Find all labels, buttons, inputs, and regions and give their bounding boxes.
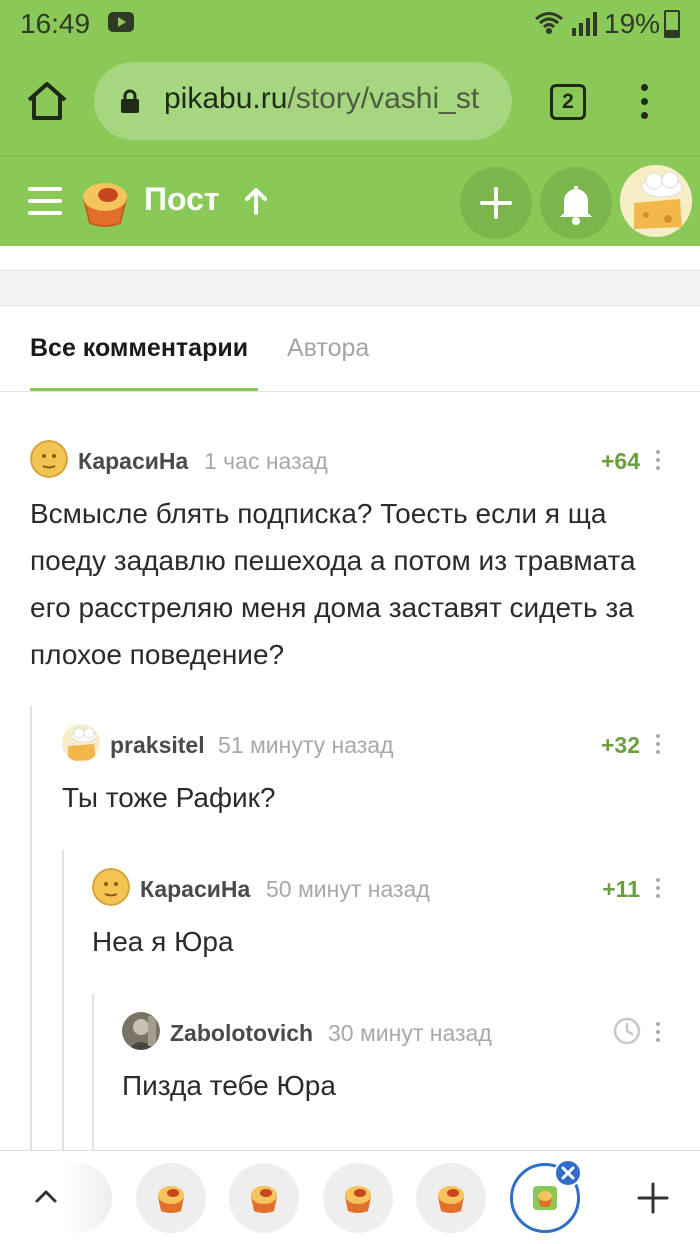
thread-line <box>30 706 32 1156</box>
comment-text: Ты тоже Рафик? <box>62 782 276 813</box>
comment-username[interactable]: praksitel <box>110 732 205 759</box>
cheese-chef-avatar <box>620 165 692 237</box>
tab-thumbnail[interactable] <box>323 1163 393 1233</box>
more-vert-icon[interactable] <box>654 878 662 900</box>
tab-thumbnail[interactable] <box>229 1163 299 1233</box>
notifications-button[interactable] <box>540 167 612 239</box>
active-tab-indicator <box>30 388 258 391</box>
pikabu-logo[interactable] <box>78 175 132 229</box>
more-vert-icon[interactable] <box>654 1022 662 1044</box>
comment-header: КарасиНа 1 час назад +64 <box>30 440 670 480</box>
plus-icon <box>480 187 512 219</box>
tab-all-comments[interactable]: Все комментарии <box>30 334 248 363</box>
comment-rating: +32 <box>600 732 640 758</box>
comment-time: 1 час назад <box>204 448 328 474</box>
avatar[interactable] <box>92 868 130 906</box>
pikabu-logo <box>251 1186 277 1213</box>
comment-text: Пизда тебе Юра <box>122 1070 336 1101</box>
status-bar: 16:49 19% <box>0 0 700 48</box>
clock-icon <box>613 1017 641 1045</box>
tab-author-comments[interactable]: Автора <box>287 334 369 363</box>
lock-icon <box>121 89 139 113</box>
url-text: pikabu.ru/story/vashi_st <box>164 82 479 116</box>
chevron-up-icon[interactable] <box>30 1181 62 1213</box>
page-title: Пост <box>144 181 220 217</box>
youtube-notification-icon <box>108 12 134 32</box>
tab-switcher-button[interactable]: 2 <box>550 84 586 120</box>
pikabu-logo <box>438 1186 464 1213</box>
more-vert-icon[interactable] <box>654 450 662 472</box>
user-avatar[interactable] <box>620 165 692 237</box>
tab-thumbnail[interactable] <box>62 1163 112 1233</box>
more-vert-icon[interactable] <box>654 734 662 756</box>
more-vert-icon[interactable] <box>632 84 656 120</box>
url-path: /story/vashi_st <box>287 82 480 115</box>
close-icon[interactable] <box>554 1159 582 1187</box>
battery-icon <box>664 10 680 38</box>
comment-time: 30 минут назад <box>328 1020 492 1046</box>
hamburger-icon[interactable] <box>28 187 62 215</box>
thread-line <box>62 850 64 1156</box>
home-icon[interactable] <box>24 78 70 124</box>
tab-thumbnail[interactable] <box>136 1163 206 1233</box>
wifi-icon <box>535 12 563 34</box>
avatar[interactable] <box>122 1012 160 1050</box>
tab-thumbnail[interactable] <box>416 1163 486 1233</box>
pikabu-logo <box>158 1186 184 1213</box>
url-domain: pikabu.ru <box>164 82 288 115</box>
plus-icon[interactable] <box>636 1181 670 1215</box>
browser-toolbar: pikabu.ru/story/vashi_st 2 <box>0 48 700 156</box>
site-header: Пост <box>0 156 700 246</box>
comment-rating: +64 <box>600 448 640 474</box>
status-time: 16:49 <box>20 8 91 39</box>
address-bar[interactable]: pikabu.ru/story/vashi_st <box>94 62 512 140</box>
comment-time: 51 минуту назад <box>218 732 394 758</box>
comment-username[interactable]: КарасиНа <box>140 876 250 903</box>
comment-time: 50 минут назад <box>266 876 430 902</box>
thread-line <box>92 994 94 1156</box>
avatar[interactable] <box>30 440 68 478</box>
comment-text: Всмысле блять подписка? Тоесть если я ща… <box>30 498 636 670</box>
signal-icon <box>572 12 597 36</box>
comment-username[interactable]: Zabolotovich <box>170 1020 313 1047</box>
comment-rating: +11 <box>602 876 640 902</box>
comment-tabs: Все комментарии Автора <box>0 306 700 392</box>
pikabu-logo <box>345 1186 371 1213</box>
arrow-up-icon[interactable] <box>244 187 268 215</box>
post-separator <box>0 270 700 306</box>
comment-header: praksitel 51 минуту назад +32 <box>62 724 670 764</box>
comment-text: Неа я Юра <box>92 926 234 957</box>
add-post-button[interactable] <box>460 167 532 239</box>
comment-username[interactable]: КарасиНа <box>78 448 188 475</box>
comment-header: КарасиНа 50 минут назад +11 <box>92 868 670 908</box>
browser-tab-strip <box>0 1150 700 1244</box>
battery-percent: 19% <box>604 8 661 39</box>
avatar[interactable] <box>62 724 100 762</box>
bell-icon <box>560 186 592 225</box>
comment-header: Zabolotovich 30 минут назад <box>122 1012 670 1052</box>
